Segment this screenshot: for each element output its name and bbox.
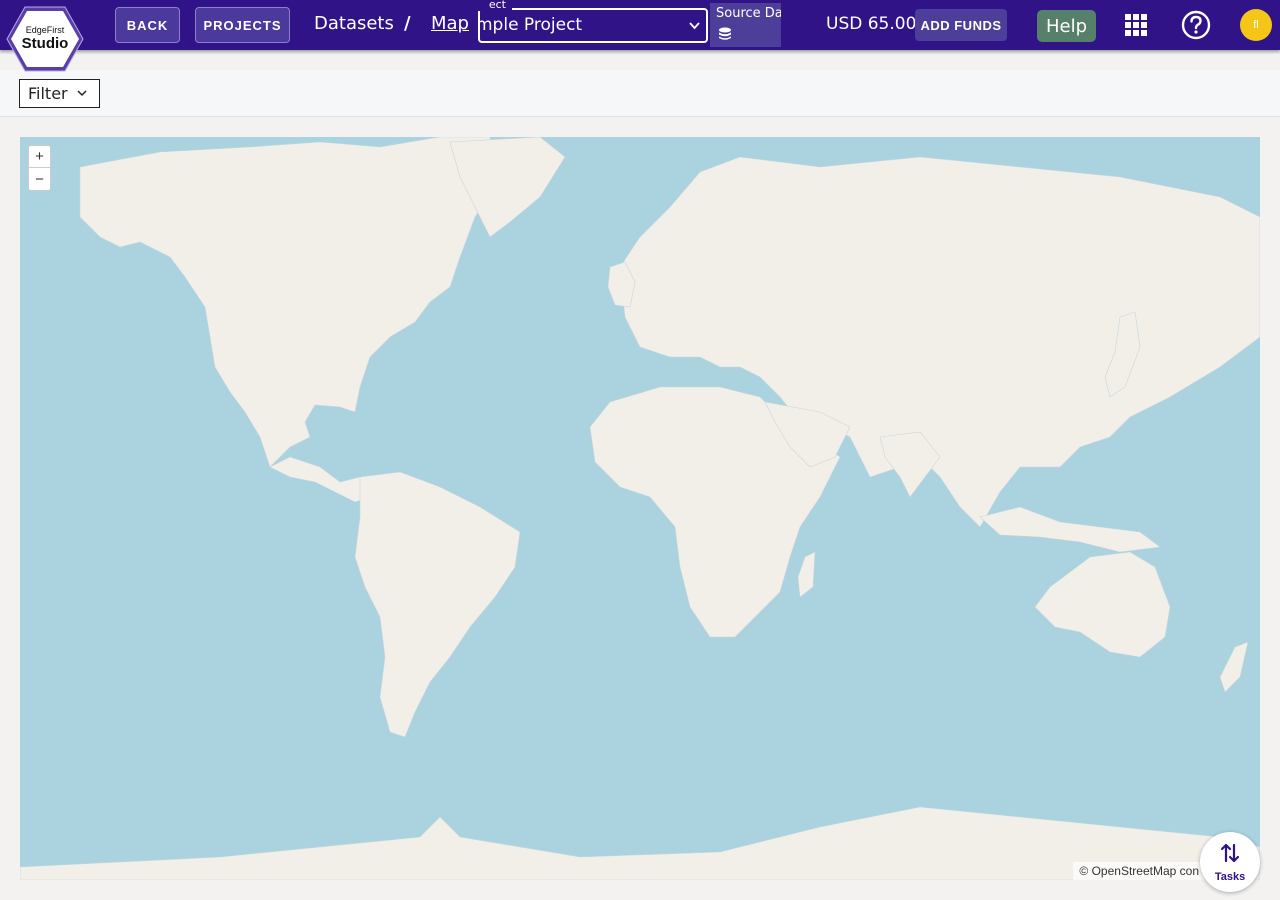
tasks-label: Tasks (1214, 870, 1246, 883)
map-attribution[interactable]: © OpenStreetMap con (1073, 862, 1205, 880)
source-data-button[interactable]: Source Dat (710, 3, 781, 47)
land-indonesia (979, 506, 1161, 553)
project-select-value: mple Project (478, 15, 583, 35)
chevron-down-icon (689, 18, 700, 33)
edgefirst-studio-logo[interactable]: EdgeFirst Studio (6, 5, 84, 73)
filter-bar: Filter (0, 70, 1280, 117)
zoom-in-button[interactable]: + (29, 146, 50, 168)
project-select[interactable]: mple Project (478, 8, 708, 43)
chevron-down-icon (77, 87, 87, 100)
land-australia (1034, 551, 1171, 658)
user-avatar[interactable]: fl (1240, 9, 1272, 41)
source-data-label: Source Dat (716, 6, 781, 21)
land-madagascar (797, 551, 816, 598)
filter-label: Filter (28, 84, 68, 103)
land-central-america (269, 456, 371, 503)
land-south-america (354, 471, 521, 738)
world-map[interactable]: + − © OpenStreetMap con (20, 137, 1260, 880)
projects-button[interactable]: PROJECTS (195, 7, 290, 43)
breadcrumb-separator: / (404, 13, 411, 34)
land-north-america (79, 137, 501, 468)
tasks-button[interactable]: Tasks (1200, 832, 1260, 892)
back-button[interactable]: BACK (115, 7, 180, 43)
apps-grid-icon[interactable] (1125, 14, 1147, 41)
land-new-zealand (1219, 641, 1249, 693)
zoom-control: + − (28, 145, 51, 191)
top-app-bar: BACK PROJECTS Datasets / Map mple Projec… (0, 0, 1280, 50)
logo-text-edgefirst: EdgeFirst (25, 25, 65, 35)
filter-dropdown[interactable]: Filter (19, 79, 100, 108)
help-button[interactable]: Help (1037, 10, 1096, 42)
add-funds-button[interactable]: ADD FUNDS (915, 9, 1007, 41)
breadcrumb-datasets[interactable]: Datasets (314, 13, 394, 34)
logo-text-studio: Studio (21, 35, 69, 52)
help-circle-icon[interactable] (1181, 10, 1211, 45)
project-select-label: ect (468, 0, 512, 11)
breadcrumb-map[interactable]: Map (431, 13, 469, 34)
swap-vertical-icon (1219, 842, 1241, 869)
account-balance: USD 65.00 (826, 14, 917, 34)
world-map-tiles (20, 137, 1260, 880)
zoom-out-button[interactable]: − (29, 168, 50, 190)
database-icon (718, 27, 732, 46)
